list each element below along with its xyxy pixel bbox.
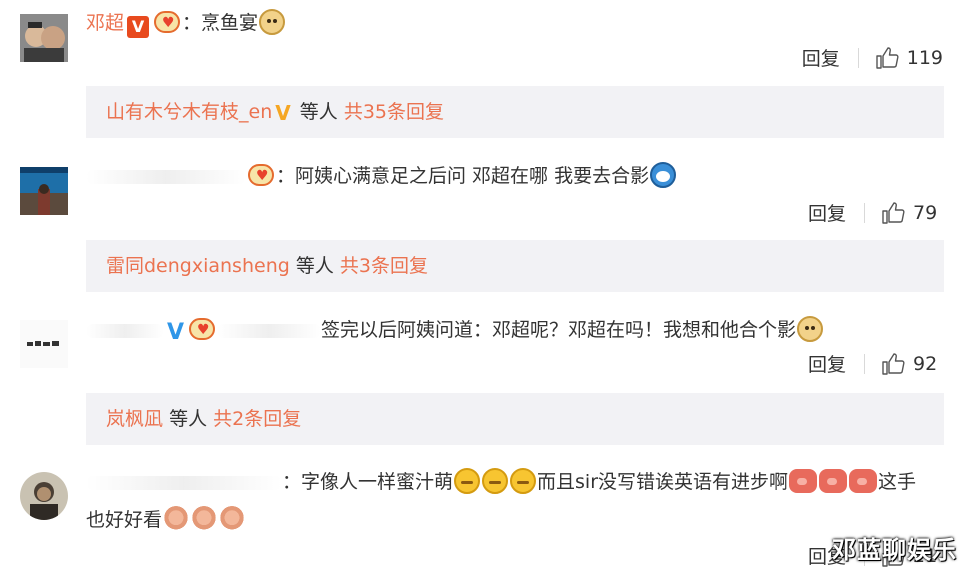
flower-emoji-icon (219, 506, 246, 532)
fan-badge-icon (189, 318, 216, 342)
reply-button[interactable]: 回复 (808, 199, 846, 226)
comment-text: ：字像人一样蜜汁萌 而且sir没写错诶英语有进步啊 这手 (86, 468, 916, 494)
comment-body-line2: 也好好看 (86, 509, 163, 531)
divider (864, 353, 865, 374)
fan-badge-icon (248, 164, 274, 188)
cry-emoji-icon (482, 468, 509, 494)
reply-summary-bar[interactable]: 雷同dengxiansheng 等人 共3条回复 (86, 240, 944, 292)
comment-actions: 回复 119 (802, 44, 943, 71)
doge-emoji-icon (259, 9, 286, 35)
reply-summary-bar[interactable]: 山有木兮木有枝_en V 等人 共35条回复 (86, 86, 944, 138)
view-replies-link[interactable]: 共35条回复 (344, 101, 444, 123)
like-icon[interactable] (875, 46, 899, 70)
avatar[interactable] (20, 14, 68, 62)
like-count: 79 (913, 201, 938, 224)
avatar[interactable] (20, 167, 68, 215)
blurred-text (217, 323, 322, 338)
username[interactable]: 邓超 (86, 12, 124, 34)
reply-summary-bar[interactable]: 岚枫凪 等人 共2条回复 (86, 393, 944, 445)
comment-text: 邓超V ：烹鱼宴 (86, 9, 286, 38)
reply-button[interactable]: 回复 (802, 44, 840, 71)
flower-emoji-icon (163, 506, 190, 532)
pig-emoji-icon (849, 469, 878, 493)
comment-body-b: 而且sir没写错诶英语有进步啊 (537, 471, 789, 493)
comment-body: 签完以后阿姨问道：邓超呢？邓超在吗！我想和他合个影 (321, 319, 797, 341)
comment-text: ：阿姨心满意足之后问 邓超在哪 我要去合影 (86, 162, 677, 188)
username[interactable] (86, 169, 246, 184)
pig-emoji-icon (819, 469, 848, 493)
doraemon-emoji-icon (650, 162, 677, 188)
cry-emoji-icon (510, 468, 537, 494)
reply-button[interactable]: 回复 (808, 350, 846, 377)
cry-emoji-icon (454, 468, 481, 494)
divider (857, 47, 859, 68)
like-count: 119 (906, 46, 943, 69)
reply-user[interactable]: 岚枫凪 (106, 408, 163, 430)
comment-body: ：阿姨心满意足之后问 邓超在哪 我要去合影 (276, 165, 650, 187)
fan-badge-icon (154, 11, 181, 35)
verified-badge-icon: V (127, 16, 150, 38)
view-replies-link[interactable]: 共2条回复 (213, 408, 301, 430)
doge-emoji-icon (797, 316, 824, 342)
comment-body: ：字像人一样蜜汁萌 (282, 471, 454, 493)
comment-text-line2: 也好好看 (86, 506, 246, 532)
like-icon[interactable] (881, 352, 905, 376)
like-count: 92 (913, 352, 938, 375)
comment-actions: 回复 79 (808, 199, 943, 226)
reply-user[interactable]: 雷同dengxiansheng (106, 255, 290, 277)
divider (864, 202, 865, 223)
reply-user[interactable]: 山有木兮木有枝_en (106, 101, 272, 123)
username[interactable] (86, 323, 164, 338)
pig-emoji-icon (789, 469, 818, 493)
comment-actions: 回复 92 (808, 350, 943, 377)
reply-summary-middle: 等人 (169, 408, 208, 430)
watermark: 邓蓝聊娱乐 (832, 536, 957, 564)
comment-text: V 签完以后阿姨问道：邓超呢？邓超在吗！我想和他合个影 (86, 316, 824, 345)
avatar[interactable] (20, 320, 68, 368)
comment-body: ：烹鱼宴 (182, 12, 259, 34)
view-replies-link[interactable]: 共3条回复 (340, 255, 428, 277)
reply-summary-middle: 等人 (295, 255, 334, 277)
flower-emoji-icon (191, 506, 218, 532)
reply-summary-middle: 等人 (299, 101, 338, 123)
username[interactable] (86, 475, 282, 490)
comment-body-c: 这手 (878, 471, 917, 493)
avatar[interactable] (20, 472, 68, 520)
like-icon[interactable] (881, 201, 905, 225)
verified-badge-icon: V (275, 101, 291, 125)
verified-badge-icon: V (167, 320, 185, 345)
